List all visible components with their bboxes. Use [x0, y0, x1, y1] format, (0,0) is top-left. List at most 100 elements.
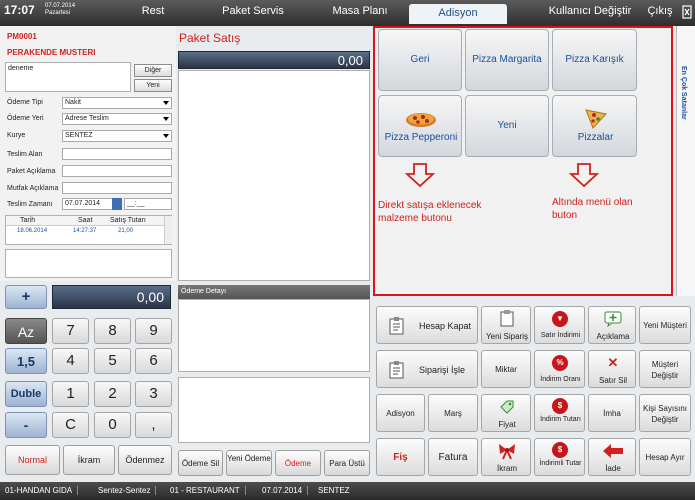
delete-line-button[interactable]: ✕ Satır Sil	[588, 350, 636, 388]
payment-type-select[interactable]: Nakit	[62, 97, 172, 109]
status-company: 01-HANDAN GIDA	[0, 486, 79, 495]
close-bill-button[interactable]: Hesap Kapat	[376, 306, 478, 344]
tab-paket-servis[interactable]: Paket Servis	[213, 5, 293, 17]
customer-address[interactable]: deneme	[5, 62, 131, 92]
line-discount-button[interactable]: ▼ Satır İndirimi	[534, 306, 585, 344]
payment-summary-box	[178, 377, 370, 443]
invoice-button[interactable]: Fatura	[428, 438, 478, 476]
history-row-time: 14:27:37	[73, 228, 97, 234]
comment-icon	[604, 311, 622, 327]
tab-masa-plani[interactable]: Masa Planı	[320, 5, 400, 17]
menu-pizzalar-button[interactable]: Pizzalar	[552, 95, 637, 157]
split-bill-button[interactable]: Hesap Ayır	[639, 438, 691, 476]
status-bar: 01-HANDAN GIDA Sentez-Sentez 01 - RESTAU…	[0, 482, 695, 500]
change-customer-button[interactable]: Müşteri Değiştir	[639, 350, 691, 388]
clipboard-icon	[389, 317, 404, 335]
process-order-button[interactable]: Siparişi İşle	[376, 350, 478, 388]
menu-pizza-pepperoni[interactable]: Pizza Pepperoni	[378, 95, 462, 157]
key-5[interactable]: 5	[94, 348, 131, 374]
close-bill-label: Hesap Kapat	[419, 321, 472, 331]
payment-button[interactable]: Ödeme	[275, 450, 321, 476]
history-scrollbar[interactable]	[164, 216, 172, 244]
pizza-icon	[406, 113, 436, 127]
key-1[interactable]: 1	[52, 381, 89, 407]
menu-pizzalar-label: Pizzalar	[577, 132, 614, 143]
payment-place-select[interactable]: Adrese Teslim	[62, 113, 172, 125]
menu-pizza-margarita[interactable]: Pizza Margarita	[465, 29, 549, 91]
chevron-down-icon	[163, 117, 169, 121]
key-6[interactable]: 6	[135, 348, 172, 374]
kitchen-note-input[interactable]	[62, 182, 172, 194]
payment-detail-list[interactable]	[178, 299, 370, 372]
key-comma[interactable]: ,	[135, 412, 172, 438]
best-sellers-sidebar[interactable]: En Çok Satanlar	[676, 26, 695, 296]
courier-select[interactable]: SENTEZ	[62, 130, 172, 142]
menu-new-button[interactable]: Yeni	[465, 95, 549, 157]
note-button[interactable]: Açıklama	[588, 306, 636, 344]
discount-rate-button[interactable]: % İndirim Oranı	[534, 350, 585, 388]
change-guest-count-button[interactable]: Kişi Sayısını Değiştir	[639, 394, 691, 432]
plus-button[interactable]: +	[5, 285, 47, 309]
user-switch-button[interactable]: Kullanıcı Değiştir	[540, 5, 640, 17]
key-9[interactable]: 9	[135, 318, 172, 344]
mars-button[interactable]: Marş	[428, 394, 478, 432]
discount-amount-button[interactable]: $ İndirim Tutarı	[534, 394, 585, 432]
treat-button[interactable]: İkram	[481, 438, 531, 476]
exit-button[interactable]: Çıkış	[645, 5, 675, 17]
key-7[interactable]: 7	[52, 318, 89, 344]
pizza-slice-icon	[585, 109, 607, 129]
odenmez-button[interactable]: Ödenmez	[118, 445, 172, 475]
quantity-button[interactable]: Miktar	[481, 350, 531, 388]
ikram-numpad-button[interactable]: İkram	[63, 445, 115, 475]
az-button[interactable]: Az	[5, 318, 47, 344]
notes-area[interactable]	[5, 249, 172, 278]
receiver-input[interactable]	[62, 148, 172, 160]
normal-button[interactable]: Normal	[5, 445, 60, 475]
destroy-button[interactable]: İmha	[588, 394, 636, 432]
table-row[interactable]: 18.06.2014 14:27:37 21,00	[6, 228, 164, 237]
new-customer-small-button[interactable]: Yeni	[134, 79, 172, 92]
menu-pizza-karisik[interactable]: Pizza Karışık	[552, 29, 637, 91]
sale-items-list[interactable]	[178, 70, 370, 281]
new-payment-button[interactable]: Yeni Ödeme	[226, 450, 272, 476]
discounted-amount-button[interactable]: $ İndirimli Tutar	[534, 438, 585, 476]
date-text: 07.07.2014	[45, 3, 76, 9]
discount-rate-label: İndirim Oranı	[540, 376, 581, 383]
menu-back-button[interactable]: Geri	[378, 29, 462, 91]
line-discount-label: Satır İndirimi	[540, 332, 581, 339]
delivery-time-value: __:__	[127, 200, 145, 207]
change-button[interactable]: Para Üstü	[324, 450, 370, 476]
new-customer-button[interactable]: Yeni Müşteri	[639, 306, 691, 344]
receipt-button[interactable]: Fiş	[376, 438, 425, 476]
tab-adisyon[interactable]: Adisyon	[409, 4, 507, 24]
clear-button[interactable]: C	[52, 412, 89, 438]
arrow-left-icon	[603, 444, 623, 458]
price-tag-icon	[500, 400, 514, 414]
package-note-input[interactable]	[62, 165, 172, 177]
close-icon[interactable]	[682, 5, 692, 19]
new-order-button[interactable]: Yeni Sipariş	[481, 306, 531, 344]
double-button[interactable]: Duble	[5, 381, 47, 407]
dollar-icon: $	[552, 442, 568, 458]
calendar-icon[interactable]	[112, 198, 122, 210]
annotation-submenu: Altında menü olan buton	[552, 197, 633, 221]
key-2[interactable]: 2	[94, 381, 131, 407]
payment-detail-header: Ödeme Detayı	[178, 285, 370, 299]
new-order-label: Yeni Sipariş	[486, 332, 528, 341]
key-4[interactable]: 4	[52, 348, 89, 374]
tab-rest[interactable]: Rest	[130, 5, 176, 17]
history-col-total: Satış Tutarı	[110, 217, 146, 224]
price-button[interactable]: Fiyat	[481, 394, 531, 432]
other-button[interactable]: Diğer	[134, 64, 172, 77]
kitchen-note-label: Mutfak Açıklama	[7, 185, 59, 192]
delivery-time-input[interactable]: __:__	[124, 198, 172, 210]
adisyon-button[interactable]: Adisyon	[376, 394, 425, 432]
refund-button[interactable]: İade	[588, 438, 636, 476]
history-col-date: Tarih	[20, 217, 36, 224]
key-8[interactable]: 8	[94, 318, 131, 344]
delete-payment-button[interactable]: Ödeme Sil	[178, 450, 223, 476]
onefive-button[interactable]: 1,5	[5, 348, 47, 374]
minus-button[interactable]: -	[5, 412, 47, 438]
key-3[interactable]: 3	[135, 381, 172, 407]
key-0[interactable]: 0	[94, 412, 131, 438]
